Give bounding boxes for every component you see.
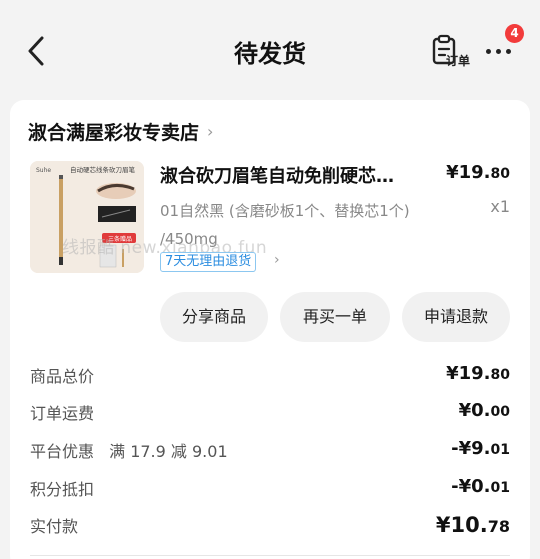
- platform-discount-value: -¥9.01: [451, 438, 510, 459]
- chevron-right-icon: ›: [274, 252, 280, 268]
- divider: [30, 555, 510, 556]
- paid-row: 实付款 ¥10.78: [30, 513, 510, 537]
- goods-total-label: 商品总价: [30, 367, 95, 386]
- points-label: 积分抵扣: [30, 480, 95, 499]
- goods-total-row: 商品总价 ¥19.80: [30, 363, 510, 387]
- thumb-headline: 自动硬芯线条砍刀眉笔: [70, 165, 136, 174]
- platform-discount-row: 平台优惠 满 17.9 减 9.01 -¥9.01: [30, 438, 510, 462]
- top-bar: 待发货 订单 4: [0, 0, 540, 100]
- product-price: ¥19.80: [446, 162, 510, 183]
- chevron-right-icon: ›: [207, 122, 214, 141]
- shipping-value: ¥0.00: [458, 400, 510, 421]
- paid-label: 实付款: [30, 517, 79, 536]
- shipping-label: 订单运费: [30, 404, 95, 423]
- product-quantity: x1: [490, 197, 510, 216]
- return-policy-tag[interactable]: 7天无理由退货: [160, 252, 257, 272]
- points-row: 积分抵扣 -¥0.01: [30, 476, 510, 500]
- notification-badge: 4: [505, 24, 524, 43]
- shipping-row: 订单运费 ¥0.00: [30, 400, 510, 424]
- order-icon-label: 订单: [446, 54, 471, 68]
- platform-discount-note: 满 17.9 减 9.01: [109, 442, 228, 461]
- shop-name: 淑合满屋彩妆专卖店: [28, 122, 200, 144]
- order-button[interactable]: 订单: [430, 34, 474, 70]
- shop-link[interactable]: 淑合满屋彩妆专卖店 ›: [28, 118, 213, 145]
- platform-discount-label: 平台优惠: [30, 442, 95, 461]
- share-product-button[interactable]: 分享商品: [160, 292, 268, 342]
- thumb-brand: Suhe: [36, 167, 51, 174]
- points-value: -¥0.01: [451, 476, 510, 497]
- order-card: 淑合满屋彩妆专卖店 › Suhe 自动硬芯线条砍刀眉笔 三条赠品 淑合砍刀眉笔自…: [10, 100, 530, 559]
- buy-again-button[interactable]: 再买一单: [280, 292, 390, 342]
- request-refund-button[interactable]: 申请退款: [402, 292, 510, 342]
- goods-total-value: ¥19.80: [446, 363, 510, 384]
- paid-value: ¥10.78: [435, 513, 510, 537]
- product-name[interactable]: 淑合砍刀眉笔自动免削硬芯…: [160, 162, 430, 188]
